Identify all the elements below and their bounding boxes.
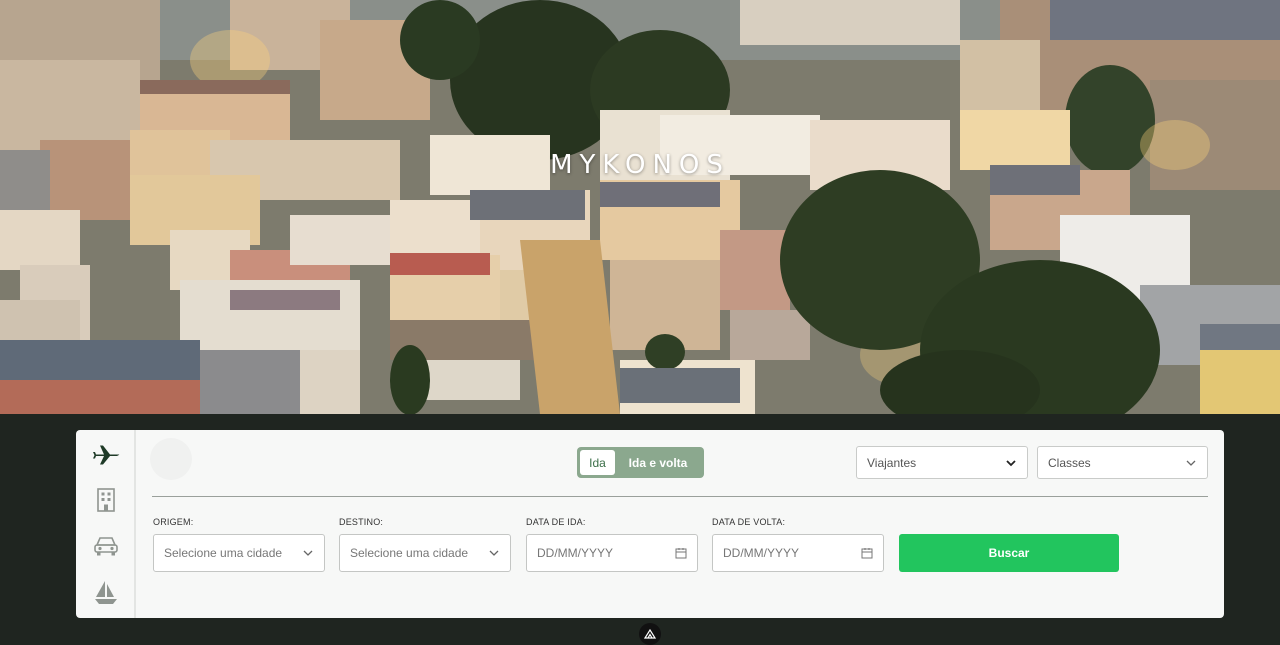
hero-photo	[0, 0, 1280, 414]
departure-date-input[interactable]: DD/MM/YYYY	[526, 534, 698, 572]
avatar	[150, 438, 192, 480]
airplane-icon	[93, 445, 120, 465]
trip-type-toggle: Ida Ida e volta	[577, 447, 704, 478]
search-panel: Ida Ida e volta Viajantes Classes ORIGEM…	[76, 430, 1224, 618]
car-icon	[94, 537, 118, 556]
travelers-select[interactable]: Viajantes	[856, 446, 1028, 479]
destination-select[interactable]: Selecione uma cidade	[339, 534, 511, 572]
chevron-down-icon	[303, 550, 313, 556]
hero-title: MYKONOS	[550, 150, 730, 180]
return-date-label: DATA DE VOLTA:	[712, 517, 786, 527]
origin-label: ORIGEM:	[153, 517, 194, 527]
round-trip-option[interactable]: Ida e volta	[615, 456, 701, 470]
flights-tab[interactable]	[90, 439, 122, 471]
chevron-down-icon	[1006, 460, 1016, 467]
hotels-tab[interactable]	[90, 484, 122, 516]
divider	[152, 496, 1208, 497]
departure-date-label: DATA DE IDA:	[526, 517, 586, 527]
cars-tab[interactable]	[90, 530, 122, 562]
destination-label: DESTINO:	[339, 517, 384, 527]
calendar-icon	[861, 548, 873, 559]
building-icon	[97, 488, 115, 512]
class-select-value: Classes	[1048, 455, 1091, 470]
chevron-down-icon	[1186, 460, 1196, 466]
hero-banner: MYKONOS	[0, 0, 1280, 414]
return-date-placeholder: DD/MM/YYYY	[723, 546, 800, 560]
return-date-input[interactable]: DD/MM/YYYY	[712, 534, 884, 572]
origin-placeholder: Selecione uma cidade	[164, 546, 283, 560]
chevron-down-icon	[489, 550, 499, 556]
sailboat-icon	[95, 581, 117, 604]
one-way-option[interactable]: Ida	[580, 450, 615, 475]
category-sidebar	[76, 430, 136, 618]
search-button[interactable]: Buscar	[899, 534, 1119, 572]
cruises-tab[interactable]	[90, 576, 122, 608]
destination-placeholder: Selecione uma cidade	[350, 546, 469, 560]
travelers-select-value: Viajantes	[867, 455, 917, 470]
site-badge[interactable]	[639, 623, 661, 645]
departure-date-placeholder: DD/MM/YYYY	[537, 546, 614, 560]
logo-icon	[644, 629, 656, 639]
origin-select[interactable]: Selecione uma cidade	[153, 534, 325, 572]
calendar-icon	[675, 548, 687, 559]
class-select[interactable]: Classes	[1037, 446, 1208, 479]
